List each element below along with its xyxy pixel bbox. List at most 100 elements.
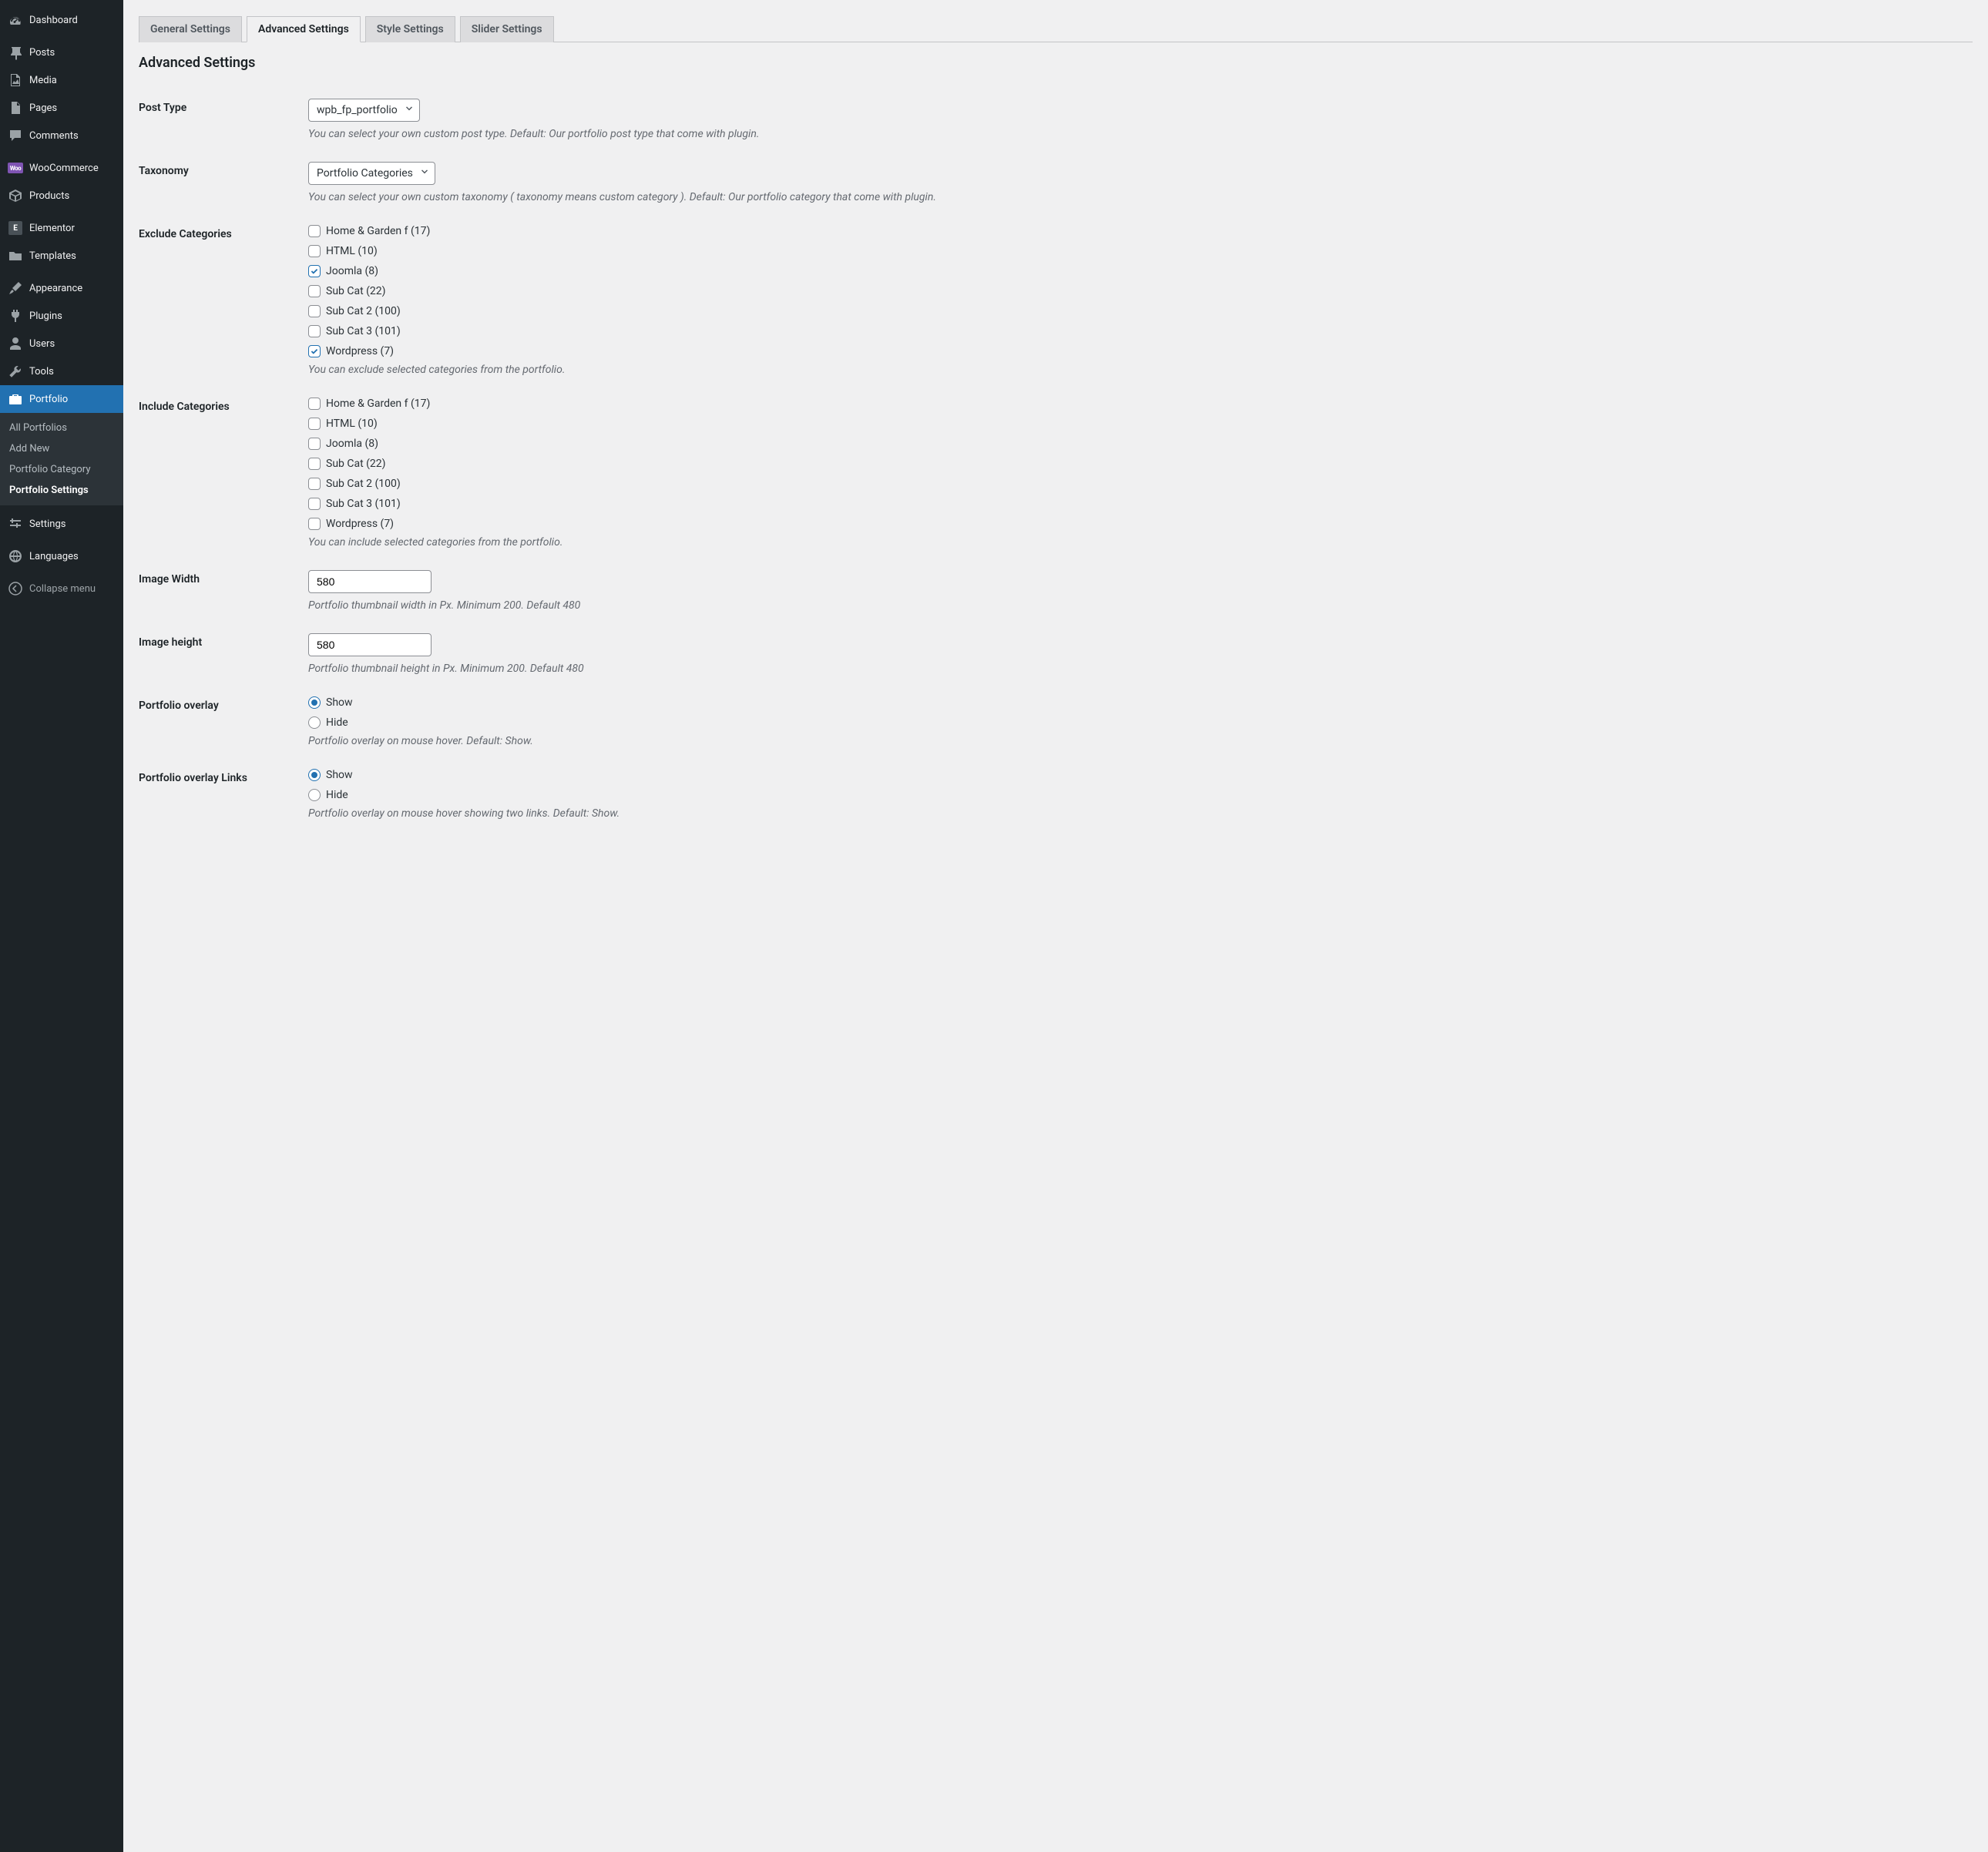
post-type-value: wpb_fp_portfolio bbox=[317, 104, 398, 116]
woo-icon: Woo bbox=[8, 160, 23, 176]
include-label: Include Categories bbox=[139, 398, 308, 549]
include-checkbox[interactable] bbox=[308, 458, 321, 470]
include-checkbox-row[interactable]: Sub Cat 3 (101) bbox=[308, 498, 1973, 510]
sidebar-item-languages[interactable]: Languages bbox=[0, 542, 123, 570]
submenu-item-all-portfolios[interactable]: All Portfolios bbox=[0, 418, 123, 438]
portfolio-icon bbox=[8, 391, 23, 407]
exclude-checkbox[interactable] bbox=[308, 285, 321, 297]
comment-icon bbox=[8, 128, 23, 143]
sidebar-item-label: Pages bbox=[29, 102, 57, 114]
user-icon bbox=[8, 336, 23, 351]
exclude-checkbox-label: Sub Cat (22) bbox=[326, 285, 386, 297]
sidebar-item-woocommerce[interactable]: Woo WooCommerce bbox=[0, 154, 123, 182]
sidebar-item-posts[interactable]: Posts bbox=[0, 39, 123, 66]
tab-slider-settings[interactable]: Slider Settings bbox=[460, 16, 554, 42]
sidebar-item-elementor[interactable]: EElementor bbox=[0, 214, 123, 242]
exclude-checkbox[interactable] bbox=[308, 325, 321, 337]
exclude-checkbox-row[interactable]: HTML (10) bbox=[308, 245, 1973, 257]
overlay-radio-row[interactable]: Hide bbox=[308, 716, 1973, 729]
post-type-select[interactable]: wpb_fp_portfolio bbox=[308, 99, 420, 122]
taxonomy-label: Taxonomy bbox=[139, 162, 308, 203]
overlay-links-label: Portfolio overlay Links bbox=[139, 769, 308, 820]
sidebar-item-appearance[interactable]: Appearance bbox=[0, 274, 123, 302]
sidebar-item-label: Comments bbox=[29, 130, 79, 142]
tab-advanced-settings[interactable]: Advanced Settings bbox=[247, 16, 361, 42]
exclude-checkbox-row[interactable]: Sub Cat 2 (100) bbox=[308, 305, 1973, 317]
sidebar-item-label: Plugins bbox=[29, 310, 62, 322]
include-checkbox-row[interactable]: Joomla (8) bbox=[308, 438, 1973, 450]
box-icon bbox=[8, 188, 23, 203]
sidebar-item-portfolio[interactable]: Portfolio bbox=[0, 385, 123, 413]
main-content: General SettingsAdvanced SettingsStyle S… bbox=[123, 0, 1988, 1852]
exclude-checkbox-label: Sub Cat 2 (100) bbox=[326, 305, 401, 317]
overlay-links-radio-row[interactable]: Hide bbox=[308, 789, 1973, 801]
include-checkbox[interactable] bbox=[308, 418, 321, 430]
include-checkbox-row[interactable]: Home & Garden f (17) bbox=[308, 398, 1973, 410]
exclude-checkbox[interactable] bbox=[308, 305, 321, 317]
exclude-checkbox-row[interactable]: Sub Cat 3 (101) bbox=[308, 325, 1973, 337]
overlay-radio-label: Hide bbox=[326, 716, 348, 729]
include-checkbox-label: Sub Cat 3 (101) bbox=[326, 498, 401, 510]
exclude-checkbox[interactable] bbox=[308, 345, 321, 357]
include-checkbox-row[interactable]: Sub Cat (22) bbox=[308, 458, 1973, 470]
image-height-desc: Portfolio thumbnail height in Px. Minimu… bbox=[308, 663, 1973, 675]
exclude-checkbox[interactable] bbox=[308, 265, 321, 277]
sidebar-item-dashboard[interactable]: Dashboard bbox=[0, 6, 123, 34]
submenu-item-portfolio-category[interactable]: Portfolio Category bbox=[0, 459, 123, 480]
elementor-icon: E bbox=[8, 220, 23, 236]
sidebar-item-label: Appearance bbox=[29, 283, 82, 294]
pin-icon bbox=[8, 45, 23, 60]
exclude-checkbox-row[interactable]: Joomla (8) bbox=[308, 265, 1973, 277]
overlay-links-radio[interactable] bbox=[308, 769, 321, 781]
sidebar-item-label: WooCommerce bbox=[29, 163, 99, 174]
sidebar-item-users[interactable]: Users bbox=[0, 330, 123, 357]
sidebar-item-products[interactable]: Products bbox=[0, 182, 123, 210]
plug-icon bbox=[8, 308, 23, 324]
taxonomy-select[interactable]: Portfolio Categories bbox=[308, 162, 435, 185]
overlay-links-radio[interactable] bbox=[308, 789, 321, 801]
include-checkbox-row[interactable]: Wordpress (7) bbox=[308, 518, 1973, 530]
sidebar-item-pages[interactable]: Pages bbox=[0, 94, 123, 122]
sidebar-item-label: Posts bbox=[29, 47, 55, 59]
image-width-input[interactable] bbox=[308, 570, 432, 593]
sidebar-item-media[interactable]: Media bbox=[0, 66, 123, 94]
exclude-checkbox-row[interactable]: Wordpress (7) bbox=[308, 345, 1973, 357]
overlay-radio[interactable] bbox=[308, 696, 321, 709]
exclude-desc: You can exclude selected categories from… bbox=[308, 364, 1973, 376]
folder-icon bbox=[8, 248, 23, 263]
image-height-input[interactable] bbox=[308, 633, 432, 656]
include-checkbox[interactable] bbox=[308, 398, 321, 410]
post-type-desc: You can select your own custom post type… bbox=[308, 128, 1973, 140]
exclude-checkbox[interactable] bbox=[308, 225, 321, 237]
overlay-links-radio-label: Hide bbox=[326, 789, 348, 801]
exclude-checkbox[interactable] bbox=[308, 245, 321, 257]
overlay-radio[interactable] bbox=[308, 716, 321, 729]
submenu-item-add-new[interactable]: Add New bbox=[0, 438, 123, 459]
collapse-menu-button[interactable]: Collapse menu bbox=[0, 575, 123, 602]
exclude-checkbox-row[interactable]: Home & Garden f (17) bbox=[308, 225, 1973, 237]
sidebar-item-plugins[interactable]: Plugins bbox=[0, 302, 123, 330]
submenu-item-portfolio-settings[interactable]: Portfolio Settings bbox=[0, 480, 123, 501]
include-desc: You can include selected categories from… bbox=[308, 536, 1973, 549]
pages-icon bbox=[8, 100, 23, 116]
include-checkbox-row[interactable]: Sub Cat 2 (100) bbox=[308, 478, 1973, 490]
tab-style-settings[interactable]: Style Settings bbox=[365, 16, 455, 42]
sidebar-item-templates[interactable]: Templates bbox=[0, 242, 123, 270]
overlay-radio-row[interactable]: Show bbox=[308, 696, 1973, 709]
include-checkbox[interactable] bbox=[308, 438, 321, 450]
tab-general-settings[interactable]: General Settings bbox=[139, 16, 242, 42]
sidebar-item-comments[interactable]: Comments bbox=[0, 122, 123, 149]
sidebar-item-settings[interactable]: Settings bbox=[0, 510, 123, 538]
include-checkbox[interactable] bbox=[308, 498, 321, 510]
sidebar-item-tools[interactable]: Tools bbox=[0, 357, 123, 385]
sidebar-item-label: Dashboard bbox=[29, 15, 78, 26]
include-checkbox[interactable] bbox=[308, 478, 321, 490]
exclude-checkbox-row[interactable]: Sub Cat (22) bbox=[308, 285, 1973, 297]
overlay-links-radio-row[interactable]: Show bbox=[308, 769, 1973, 781]
include-checkbox-row[interactable]: HTML (10) bbox=[308, 418, 1973, 430]
sidebar-item-label: Portfolio bbox=[29, 394, 68, 405]
include-checkbox[interactable] bbox=[308, 518, 321, 530]
include-checkbox-label: Sub Cat (22) bbox=[326, 458, 386, 470]
image-width-label: Image Width bbox=[139, 570, 308, 612]
include-checkbox-label: Wordpress (7) bbox=[326, 518, 394, 530]
